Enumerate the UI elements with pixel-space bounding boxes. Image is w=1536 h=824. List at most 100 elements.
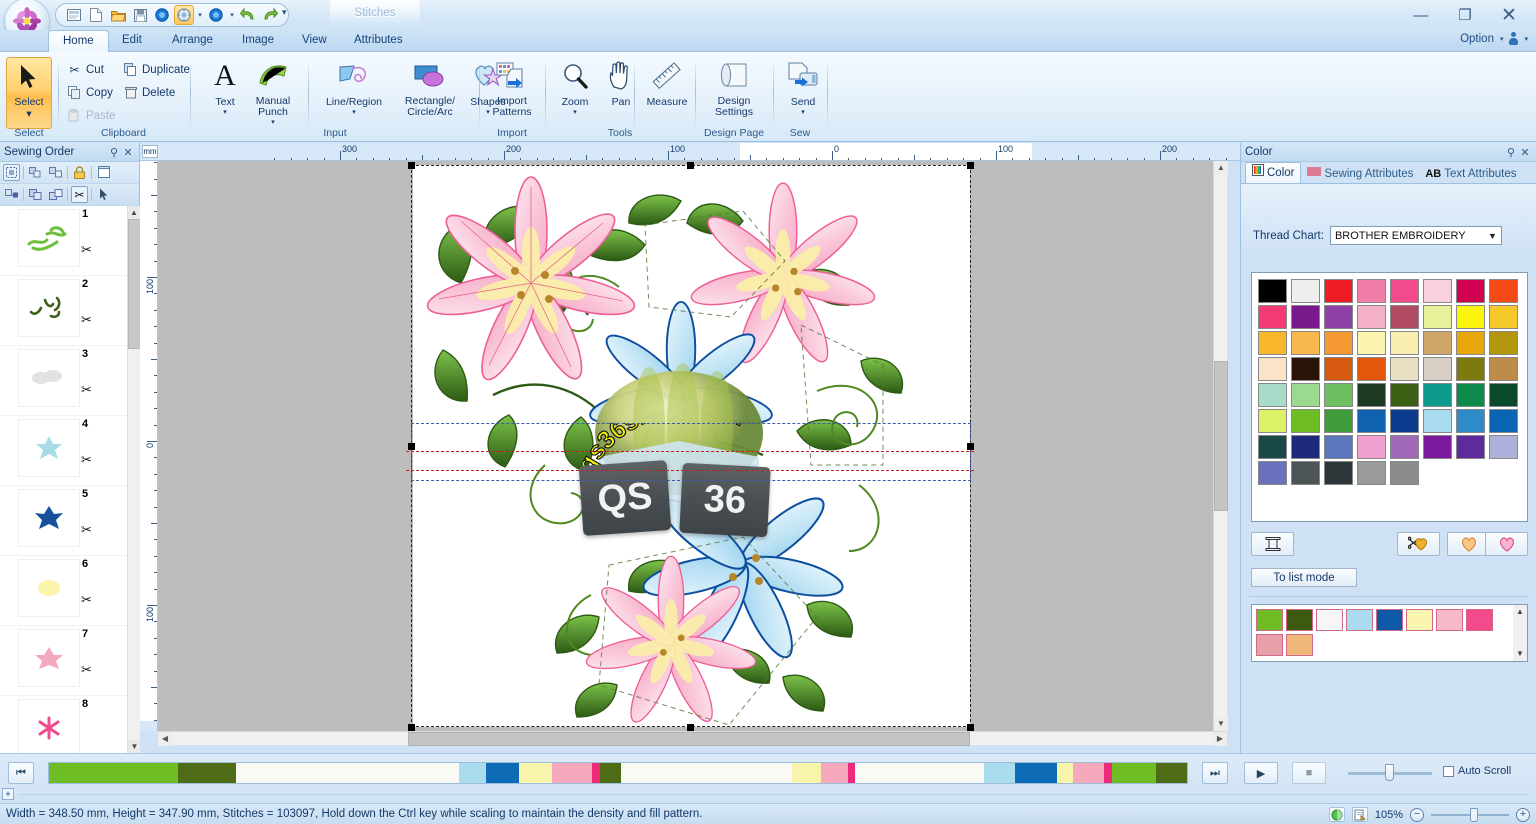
- line-region-button[interactable]: Line/Region ▾: [312, 56, 396, 119]
- stitch-color-segment[interactable]: [49, 763, 179, 783]
- stitch-circle-icon-2[interactable]: [206, 5, 226, 25]
- stitch-color-segment[interactable]: [820, 763, 848, 783]
- color-swatch[interactable]: [1258, 435, 1287, 459]
- close-icon[interactable]: ✕: [1518, 146, 1532, 159]
- used-color-swatch[interactable]: [1316, 609, 1343, 631]
- zoom-tool-caret-icon[interactable]: ▾: [546, 107, 604, 119]
- color-swatch[interactable]: [1489, 331, 1518, 355]
- color-swatch[interactable]: [1357, 357, 1386, 381]
- user-caret-icon[interactable]: ▾: [1524, 35, 1528, 43]
- color-swatch[interactable]: [1489, 305, 1518, 329]
- stitch-circle-icon[interactable]: [152, 5, 172, 25]
- new-design-wizard-icon[interactable]: [64, 5, 84, 25]
- scroll-up-icon[interactable]: ▲: [1214, 161, 1228, 175]
- close-button[interactable]: ✕: [1488, 1, 1530, 29]
- design-settings-button[interactable]: Design Settings: [704, 56, 764, 118]
- color-swatch[interactable]: [1357, 461, 1386, 485]
- group-objects-icon[interactable]: [27, 164, 44, 181]
- color-swatch[interactable]: [1291, 305, 1320, 329]
- tab-arrange[interactable]: Arrange: [158, 30, 227, 52]
- zoom-slider-thumb[interactable]: [1470, 807, 1478, 822]
- option-caret-icon[interactable]: ▾: [1500, 35, 1504, 43]
- color-swatch[interactable]: [1291, 461, 1320, 485]
- list-item[interactable]: 6 ✂: [0, 556, 127, 626]
- color-swatch[interactable]: [1390, 279, 1419, 303]
- insert-object-icon[interactable]: [3, 186, 20, 203]
- stitch-color-segment[interactable]: [847, 763, 855, 783]
- last-stitch-button[interactable]: ⏭: [1202, 762, 1228, 784]
- new-file-icon[interactable]: [86, 5, 106, 25]
- design-settings-icon[interactable]: [174, 5, 194, 25]
- duplicate-button[interactable]: Duplicate: [123, 60, 190, 80]
- scrollbar-thumb[interactable]: [128, 219, 140, 349]
- cut-favorite-button[interactable]: [1397, 532, 1440, 556]
- color-swatch[interactable]: [1456, 305, 1485, 329]
- lock-icon[interactable]: [71, 164, 88, 181]
- zoom-slider[interactable]: [1431, 807, 1509, 822]
- open-file-icon[interactable]: [108, 5, 128, 25]
- quick-access-more-icon[interactable]: ▾: [282, 7, 287, 18]
- rect-circle-arc-button[interactable]: Rectangle/ Circle/Arc: [394, 56, 466, 118]
- copy-button[interactable]: Copy: [67, 83, 113, 103]
- selection-handle-se[interactable]: [967, 724, 974, 731]
- color-swatch[interactable]: [1324, 461, 1353, 485]
- list-item[interactable]: 4 ✂: [0, 416, 127, 486]
- scroll-right-icon[interactable]: ▶: [1213, 732, 1227, 746]
- used-colors-scrollbar[interactable]: ▲ ▼: [1513, 605, 1527, 661]
- color-swatch[interactable]: [1258, 279, 1287, 303]
- stitch-color-segment[interactable]: [485, 763, 519, 783]
- color-swatch[interactable]: [1456, 331, 1485, 355]
- measure-tool-button[interactable]: Measure: [638, 56, 696, 108]
- color-swatch[interactable]: [1291, 331, 1320, 355]
- split-objects-icon[interactable]: [47, 186, 64, 203]
- stitch-color-segment[interactable]: [236, 763, 459, 783]
- color-swatch[interactable]: [1291, 409, 1320, 433]
- stitch-color-segment[interactable]: [1104, 763, 1112, 783]
- stitch-color-segment[interactable]: [1111, 763, 1157, 783]
- favorite-pink-button[interactable]: [1485, 532, 1528, 556]
- stitch-color-segment[interactable]: [518, 763, 552, 783]
- selection-handle-sw[interactable]: [408, 724, 415, 731]
- tab-view[interactable]: View: [288, 30, 341, 52]
- user-account-icon[interactable]: [1509, 32, 1519, 45]
- design-page-icon[interactable]: [95, 164, 112, 181]
- manual-punch-button[interactable]: Manual Punch ▾: [242, 56, 304, 129]
- color-swatch[interactable]: [1357, 279, 1386, 303]
- document-tab-stitches[interactable]: Stitches: [330, 0, 420, 26]
- used-color-swatch[interactable]: [1376, 609, 1403, 631]
- favorite-orange-button[interactable]: [1447, 532, 1490, 556]
- close-icon[interactable]: ✕: [121, 146, 135, 159]
- design-canvas[interactable]: qs36shop.com QS 36: [158, 161, 1226, 731]
- color-swatch[interactable]: [1258, 461, 1287, 485]
- color-swatch[interactable]: [1324, 435, 1353, 459]
- stop-button[interactable]: ■: [1292, 762, 1326, 784]
- color-swatch-panel[interactable]: [1251, 272, 1528, 522]
- scissors-icon[interactable]: ✂: [81, 312, 92, 328]
- chevron-down-icon[interactable]: ▼: [1488, 231, 1497, 241]
- pointer-icon[interactable]: [95, 186, 112, 203]
- used-color-swatch[interactable]: [1346, 609, 1373, 631]
- scissors-icon[interactable]: ✂: [81, 662, 92, 678]
- zoom-out-button[interactable]: −: [1410, 807, 1424, 822]
- first-stitch-button[interactable]: ⏮: [8, 762, 34, 784]
- auto-scroll-option[interactable]: Auto Scroll: [1443, 765, 1511, 777]
- color-swatch[interactable]: [1258, 305, 1287, 329]
- selection-handle-ne[interactable]: [967, 162, 974, 169]
- color-swatch[interactable]: [1423, 383, 1452, 407]
- color-swatch[interactable]: [1390, 435, 1419, 459]
- list-item[interactable]: 3 ✂: [0, 346, 127, 416]
- auto-scroll-checkbox[interactable]: [1443, 765, 1454, 777]
- color-swatch[interactable]: [1258, 357, 1287, 381]
- color-swatch[interactable]: [1291, 279, 1320, 303]
- realistic-view-icon[interactable]: [1328, 807, 1345, 822]
- list-item[interactable]: 8: [0, 696, 127, 753]
- used-color-swatch[interactable]: [1256, 634, 1283, 656]
- send-caret-icon[interactable]: ▾: [774, 107, 832, 119]
- canvas-horizontal-scrollbar[interactable]: ◀ ▶: [158, 731, 1227, 746]
- playback-speed-thumb[interactable]: [1385, 764, 1394, 781]
- color-swatch[interactable]: [1423, 435, 1452, 459]
- scroll-left-icon[interactable]: ◀: [158, 732, 172, 746]
- minimize-button[interactable]: —: [1400, 1, 1442, 29]
- used-colors-panel[interactable]: ▲ ▼: [1251, 604, 1528, 662]
- color-swatch[interactable]: [1423, 357, 1452, 381]
